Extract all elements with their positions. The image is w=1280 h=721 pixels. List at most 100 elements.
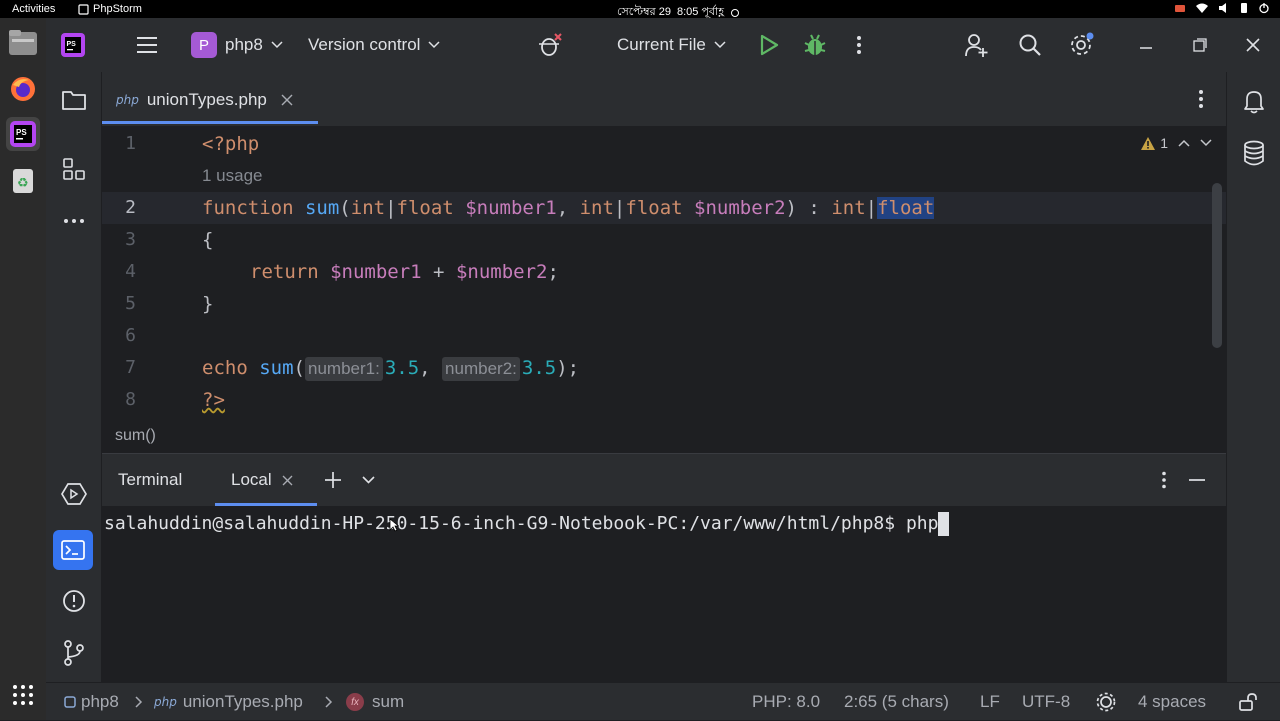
problems-tool-button[interactable] xyxy=(59,586,89,616)
app-name: PhpStorm xyxy=(93,3,142,15)
status-breadcrumb-file[interactable]: php unionTypes.php xyxy=(154,683,303,721)
notifications-button[interactable] xyxy=(1239,86,1269,116)
run-button[interactable] xyxy=(756,32,782,58)
terminal-tab-local[interactable]: Local xyxy=(231,454,293,506)
structure-tool-button[interactable] xyxy=(59,154,89,184)
activities-button[interactable]: Activities xyxy=(12,3,55,15)
project-badge: P xyxy=(191,32,217,58)
project-selector[interactable]: P php8 xyxy=(191,18,283,72)
parameter-hint: number1: xyxy=(305,357,383,381)
window-icon xyxy=(78,3,89,15)
run-config-selector[interactable]: Current File xyxy=(617,18,726,72)
code-line-8: 8 ?> xyxy=(102,384,1226,416)
status-bar: php8 php unionTypes.php fx sum PHP: 8.0 … xyxy=(46,682,1280,720)
terminal-icon xyxy=(61,540,85,560)
terminal-tool-button[interactable] xyxy=(53,530,93,570)
terminal-input[interactable]: php xyxy=(906,513,939,534)
line-number: 1 xyxy=(125,133,136,154)
project-tool-button[interactable] xyxy=(59,85,89,115)
line-number: 8 xyxy=(125,389,136,410)
ide-logo[interactable]: PS xyxy=(60,32,86,58)
code-line-2: 2 function sum(int|float $number1, int|f… xyxy=(102,192,1226,224)
terminal-output[interactable]: salahuddin@salahuddin-HP-250-15-6-inch-G… xyxy=(102,506,1226,683)
php-file-icon: php xyxy=(116,92,139,107)
gear-icon xyxy=(1071,32,1094,55)
problems-icon xyxy=(63,590,85,612)
dock-trash[interactable]: ♻ xyxy=(6,163,40,197)
editor-tabs: php unionTypes.php xyxy=(102,72,1226,127)
dock-phpstorm[interactable]: PS xyxy=(6,117,40,151)
editor-scrollbar[interactable] xyxy=(1212,183,1222,348)
line-separator[interactable]: LF xyxy=(980,683,1000,721)
run-config-label: Current File xyxy=(617,35,706,54)
svg-text:PS: PS xyxy=(67,41,77,48)
vcs-menu[interactable]: Version control xyxy=(308,18,440,72)
status-breadcrumb-symbol[interactable]: fx sum xyxy=(346,683,404,721)
chevron-down-icon[interactable] xyxy=(1200,139,1212,147)
code-with-me-button[interactable] xyxy=(537,32,563,58)
grid-icon xyxy=(13,685,33,705)
warning-counter[interactable]: 1 xyxy=(1140,135,1168,151)
line-number: 4 xyxy=(125,261,136,282)
breadcrumb-separator xyxy=(135,683,143,721)
line-number: 6 xyxy=(125,325,136,346)
close-tab-icon[interactable] xyxy=(281,94,293,106)
echo-statement: echo sum(number1: 3.5, number2: 3.5); xyxy=(202,357,580,381)
chevron-up-icon[interactable] xyxy=(1178,139,1190,147)
dock-firefox[interactable] xyxy=(6,72,40,106)
caret-position[interactable]: 2:65 (5 chars) xyxy=(844,683,949,721)
file-encoding[interactable]: UTF-8 xyxy=(1022,683,1070,721)
return-statement: return $number1 + $number2; xyxy=(250,261,559,283)
plus-icon xyxy=(325,472,341,488)
close-tab-icon[interactable] xyxy=(282,475,293,486)
more-actions-button[interactable] xyxy=(846,32,872,58)
add-user-button[interactable] xyxy=(964,32,990,58)
function-declaration: function sum(int|float $number1, int|flo… xyxy=(202,197,935,219)
code-line-5: 5 } xyxy=(102,288,1226,320)
read-only-toggle[interactable] xyxy=(1238,683,1258,721)
vertical-dots-icon xyxy=(857,36,861,54)
more-tools-button[interactable] xyxy=(59,206,89,236)
close-window-button[interactable] xyxy=(1240,32,1266,58)
debug-button[interactable] xyxy=(802,32,828,58)
main-menu-button[interactable] xyxy=(134,32,160,58)
horizontal-dots-icon xyxy=(64,219,84,223)
php-language-level[interactable]: PHP: 8.0 xyxy=(752,683,820,721)
new-terminal-button[interactable] xyxy=(324,454,342,506)
usage-hint[interactable]: 1 usage xyxy=(202,160,263,192)
terminal-sessions-dropdown[interactable] xyxy=(362,454,375,506)
add-user-icon xyxy=(965,34,988,57)
maximize-button[interactable] xyxy=(1187,32,1213,58)
status-breadcrumb-project[interactable]: php8 xyxy=(64,683,119,721)
settings-button[interactable] xyxy=(1069,32,1095,58)
php-close-tag: ?> xyxy=(202,389,225,411)
active-tab-indicator xyxy=(102,121,318,124)
code-with-me-status[interactable] xyxy=(1096,683,1116,721)
alarm-icon xyxy=(730,8,739,17)
terminal-options-button[interactable] xyxy=(1161,454,1167,506)
dock-show-apps[interactable] xyxy=(6,678,40,712)
indent-setting[interactable]: 4 spaces xyxy=(1138,683,1206,721)
minimize-button[interactable] xyxy=(1133,32,1159,58)
warning-icon xyxy=(1141,136,1156,150)
tab-options-button[interactable] xyxy=(1198,89,1204,109)
breadcrumb-function[interactable]: sum() xyxy=(115,427,156,444)
git-tool-button[interactable] xyxy=(59,638,89,668)
hide-terminal-button[interactable] xyxy=(1188,454,1206,506)
services-tool-button[interactable] xyxy=(59,479,89,509)
database-button[interactable] xyxy=(1239,138,1269,168)
dock-files[interactable] xyxy=(6,26,40,60)
app-menu[interactable]: PhpStorm xyxy=(78,3,142,15)
line-number: 7 xyxy=(125,357,136,378)
services-icon xyxy=(61,483,87,505)
inspection-widget[interactable]: 1 xyxy=(1140,135,1212,151)
svg-text:PS: PS xyxy=(16,128,27,137)
phpstorm-logo-icon: PS xyxy=(61,33,85,57)
code-editor[interactable]: 1 <?php 1 usage 2 function sum(int|float… xyxy=(102,127,1226,427)
close-icon xyxy=(1246,38,1260,52)
system-tray[interactable] xyxy=(1174,2,1270,14)
bell-icon xyxy=(1244,91,1264,114)
chevron-down-icon xyxy=(428,41,440,49)
search-button[interactable] xyxy=(1017,32,1043,58)
editor-tab-uniontypes[interactable]: php unionTypes.php xyxy=(116,72,293,127)
